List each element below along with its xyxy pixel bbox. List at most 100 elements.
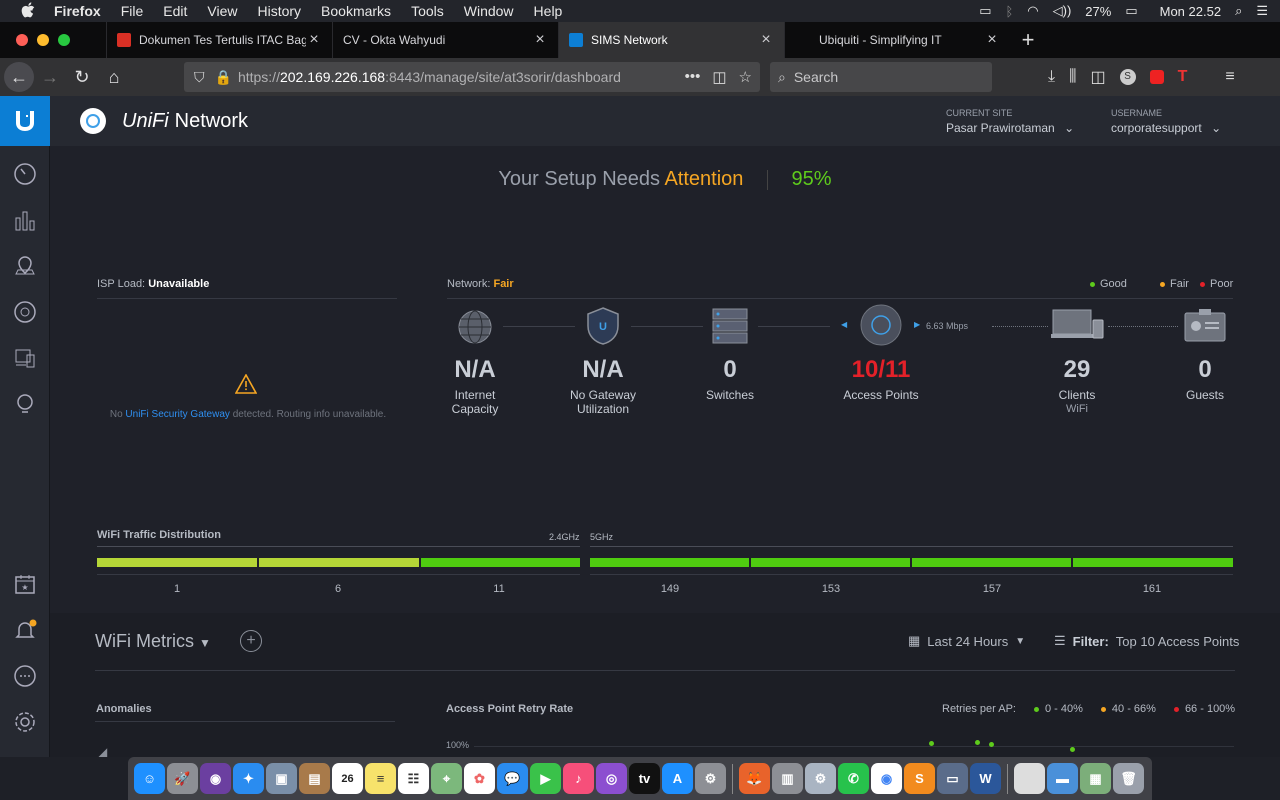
alerts-bell-icon[interactable] — [13, 618, 37, 642]
channel-bar-157[interactable] — [912, 558, 1071, 567]
volume-icon[interactable]: ◁)) — [1053, 3, 1072, 19]
wifi-metrics-dropdown[interactable]: WiFi Metrics ▼ — [95, 631, 211, 652]
time-range-dropdown[interactable]: ▦ Last 24 Hours ▼ — [908, 633, 1025, 649]
add-metric-button[interactable]: + — [240, 630, 262, 652]
retry-point[interactable] — [929, 741, 934, 746]
extension-t-icon[interactable]: T — [1178, 68, 1188, 86]
apple-tv-icon[interactable]: tv — [629, 763, 660, 794]
apple-menu-icon[interactable] — [20, 1, 36, 21]
menu-hamburger-icon[interactable]: ≡ — [1225, 68, 1234, 86]
sublime-text-icon[interactable]: S — [904, 763, 935, 794]
channel-bar-11[interactable] — [421, 558, 580, 567]
sidebar-icon[interactable]: ◫ — [1090, 67, 1105, 87]
library-icon[interactable]: ⫼ — [1069, 68, 1076, 86]
current-site-selector[interactable]: CURRENT SITE Pasar Prawirotaman ⌄ — [946, 108, 1074, 135]
messages-icon[interactable]: 💬 — [497, 763, 528, 794]
access-point-icon[interactable] — [860, 304, 902, 351]
reload-button[interactable]: ↻ — [66, 61, 98, 93]
shield-icon[interactable]: ⛉ — [194, 69, 205, 86]
remote-desktop-icon[interactable]: ▭ — [937, 763, 968, 794]
search-input[interactable]: ⌕ Search — [770, 62, 992, 92]
globe-icon[interactable] — [457, 309, 493, 350]
guest-badge-icon[interactable] — [1184, 309, 1226, 348]
menu-window[interactable]: Window — [464, 3, 514, 19]
menu-help[interactable]: Help — [534, 3, 563, 19]
retry-point[interactable] — [1070, 747, 1075, 752]
tab-ubiquiti[interactable]: Ubiquiti - Simplifying IT × — [784, 22, 1010, 58]
spotlight-icon[interactable]: ⌕ — [1235, 3, 1242, 19]
menu-tools[interactable]: Tools — [411, 3, 444, 19]
stat-clients[interactable]: 29 Clients WiFi — [1022, 356, 1132, 416]
chat-icon[interactable] — [13, 664, 37, 688]
contacts-icon[interactable]: ▤ — [299, 763, 330, 794]
channel-bar-6[interactable] — [259, 558, 419, 567]
word-icon[interactable]: W — [970, 763, 1001, 794]
tab-cv[interactable]: CV - Okta Wahyudi × — [332, 22, 558, 58]
finder-icon[interactable]: ☺ — [134, 763, 165, 794]
firefox-icon[interactable]: 🦊 — [739, 763, 770, 794]
pocket-icon[interactable]: ◫ — [712, 68, 726, 86]
wifi-icon[interactable]: ◠ — [1027, 3, 1038, 19]
back-button[interactable]: ← — [4, 62, 34, 92]
menu-bookmarks[interactable]: Bookmarks — [321, 3, 391, 19]
downloads-folder-icon[interactable]: ▬ — [1047, 763, 1078, 794]
downloads-icon[interactable]: ⤓ — [1048, 68, 1055, 86]
stat-switches[interactable]: 0 Switches — [675, 356, 785, 402]
forward-button[interactable]: → — [34, 61, 66, 93]
battery-percent[interactable]: 27% — [1085, 4, 1111, 19]
whatsapp-icon[interactable]: ✆ — [838, 763, 869, 794]
usg-link[interactable]: UniFi Security Gateway — [125, 409, 229, 420]
trash-icon[interactable]: 🗑 — [1113, 763, 1144, 794]
gateway-shield-icon[interactable]: U — [585, 306, 621, 351]
minimize-window-button[interactable] — [37, 34, 49, 46]
screen-mirror-icon[interactable]: ▭ — [979, 3, 991, 19]
devices-icon[interactable] — [13, 300, 37, 324]
calendar-app-icon[interactable]: 26 — [332, 763, 363, 794]
statistics-icon[interactable] — [13, 208, 37, 232]
zoom-window-button[interactable] — [58, 34, 70, 46]
music-icon[interactable]: ♪ — [563, 763, 594, 794]
close-tab-icon[interactable]: × — [306, 31, 322, 49]
url-bar[interactable]: ⛉ 🔒 https://202.169.226.168:8443/manage/… — [184, 62, 760, 92]
menu-history[interactable]: History — [257, 3, 301, 19]
close-tab-icon[interactable]: × — [532, 31, 548, 49]
extension-red-icon[interactable] — [1149, 70, 1164, 84]
dashboard-icon[interactable] — [13, 162, 37, 186]
insecure-lock-icon[interactable]: 🔒 — [215, 69, 232, 86]
reminders-icon[interactable]: ☷ — [398, 763, 429, 794]
channel-bar-1[interactable] — [97, 558, 257, 567]
bookmark-star-icon[interactable]: ☆ — [739, 68, 752, 86]
channel-bar-153[interactable] — [751, 558, 910, 567]
close-tab-icon[interactable]: × — [984, 31, 1000, 49]
siri-icon[interactable]: ◉ — [200, 763, 231, 794]
laptop-phone-icon[interactable] — [1051, 308, 1105, 347]
notes-icon[interactable]: ≡ — [365, 763, 396, 794]
chrome-icon[interactable]: ◉ — [871, 763, 902, 794]
page-actions-icon[interactable]: ••• — [685, 68, 701, 86]
events-calendar-icon[interactable]: ★ — [13, 572, 37, 596]
stat-gateway[interactable]: N/A No Gateway Utilization — [548, 356, 658, 416]
stat-internet[interactable]: N/A Internet Capacity — [420, 356, 530, 416]
insights-icon[interactable] — [13, 392, 37, 416]
preview-icon[interactable]: ▣ — [266, 763, 297, 794]
stat-guests[interactable]: 0 Guests — [1150, 356, 1260, 402]
filter-button[interactable]: ☰ Filter: Top 10 Access Points — [1054, 633, 1239, 649]
profile-photo-icon[interactable] — [1014, 763, 1045, 794]
network-utility-icon[interactable]: ⚙ — [805, 763, 836, 794]
retry-point[interactable] — [975, 740, 980, 745]
notification-center-icon[interactable]: ☰ — [1256, 3, 1268, 19]
maps-icon[interactable]: ⌖ — [431, 763, 462, 794]
facetime-icon[interactable]: ▶ — [530, 763, 561, 794]
close-window-button[interactable] — [16, 34, 28, 46]
stat-access-points[interactable]: 10/11 Access Points — [826, 356, 936, 402]
bluetooth-icon[interactable]: ᛒ — [1005, 4, 1013, 19]
close-tab-icon[interactable]: × — [758, 31, 774, 49]
tab-sims-network[interactable]: SIMS Network × — [558, 22, 784, 58]
photos-icon[interactable]: ✿ — [464, 763, 495, 794]
channel-bar-161[interactable] — [1073, 558, 1233, 567]
menu-view[interactable]: View — [207, 3, 237, 19]
channel-bar-149[interactable] — [590, 558, 749, 567]
utility-icon[interactable]: ▥ — [772, 763, 803, 794]
retry-point[interactable] — [989, 742, 994, 747]
unifi-logo-icon[interactable] — [0, 96, 50, 146]
